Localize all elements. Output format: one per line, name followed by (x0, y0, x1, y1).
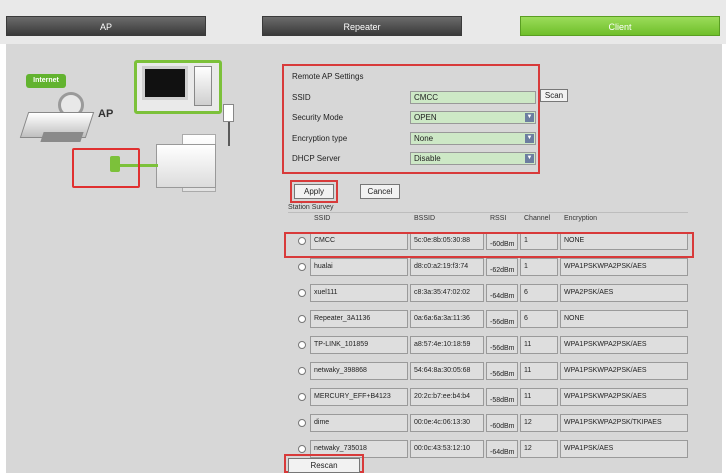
cell-encryption: NONE (560, 310, 688, 328)
cell-rssi: -56dBm (486, 362, 518, 380)
cell-encryption: WPA2PSK/AES (560, 284, 688, 302)
ssid-label: SSID (292, 93, 311, 102)
row-select-radio[interactable] (298, 315, 306, 323)
chevron-down-icon: ▼ (525, 134, 534, 143)
security-mode-label: Security Mode (292, 113, 344, 122)
cell-encryption: WPA1PSKWPA2PSK/AES (560, 388, 688, 406)
internet-badge: Internet (26, 74, 66, 88)
cell-ssid: Repeater_3A1136 (310, 310, 408, 328)
cell-encryption: WPA1PSKWPA2PSK/TKIPAES (560, 414, 688, 432)
row-select-radio[interactable] (298, 419, 306, 427)
column-header-bssid: BSSID (414, 215, 436, 222)
table-row[interactable]: TP-LINK_101859 a8:57:4e:10:18:59 -56dBm … (288, 332, 688, 358)
ap-label: AP (98, 108, 114, 120)
cell-bssid: 54:64:8a:30:05:68 (410, 362, 484, 380)
table-row[interactable]: dime 00:0e:4c:06:13:30 -60dBm 12 WPA1PSK… (288, 410, 688, 436)
row-select-radio[interactable] (298, 445, 306, 453)
chevron-down-icon: ▼ (525, 154, 534, 163)
cell-rssi: -62dBm (486, 258, 518, 276)
chevron-down-icon: ▼ (525, 113, 534, 122)
cell-channel: 6 (520, 310, 558, 328)
column-header-rssi: RSSI (490, 215, 507, 222)
cell-encryption: WPA1PSK/AES (560, 440, 688, 458)
cell-rssi: -60dBm (486, 414, 518, 432)
dhcp-server-label: DHCP Server (292, 154, 341, 163)
station-survey-title: Station Survey (288, 204, 334, 211)
dhcp-server-select[interactable]: Disable ▼ (410, 152, 536, 165)
cancel-button[interactable]: Cancel (360, 184, 400, 199)
cell-bssid: 20:2c:b7:ee:b4:b4 (410, 388, 484, 406)
column-header-channel: Channel (524, 215, 551, 222)
cell-ssid: TP-LINK_101859 (310, 336, 408, 354)
cell-rssi: -64dBm (486, 440, 518, 458)
cell-ssid: dime (310, 414, 408, 432)
client-device-icon (156, 144, 216, 188)
usb-dongle-icon (223, 104, 234, 122)
cell-bssid: a8:57:4e:10:18:59 (410, 336, 484, 354)
table-row[interactable]: xuel111 c8:3a:35:47:02:02 -64dBm 6 WPA2P… (288, 280, 688, 306)
row-select-radio[interactable] (298, 263, 306, 271)
cell-channel: 11 (520, 336, 558, 354)
dhcp-server-value: Disable (414, 154, 441, 163)
cell-rssi: -58dBm (486, 388, 518, 406)
cell-channel: 12 (520, 414, 558, 432)
cell-encryption: WPA1PSKWPA2PSK/AES (560, 362, 688, 380)
client-settings-panel: Internet AP Remote AP Settings SSID CMCC… (6, 44, 722, 473)
remote-ap-settings: Remote AP Settings SSID CMCC Security Mo… (282, 64, 540, 174)
cell-rssi: -56dBm (486, 336, 518, 354)
cell-channel: 12 (520, 440, 558, 458)
divider (288, 212, 688, 213)
monitor-icon (142, 66, 188, 100)
mode-tab-bar: AP Repeater Client (0, 0, 726, 44)
cell-bssid: 00:0c:43:53:12:10 (410, 440, 484, 458)
illustration-highlight (72, 148, 140, 188)
encryption-type-value: None (414, 134, 434, 143)
cell-rssi: -64dBm (486, 284, 518, 302)
table-row[interactable]: MERCURY_EFF+B4123 20:2c:b7:ee:b4:b4 -58d… (288, 384, 688, 410)
cell-ssid: xuel111 (310, 284, 408, 302)
table-row[interactable]: netwaky_398868 54:64:8a:30:05:68 -56dBm … (288, 358, 688, 384)
cell-ssid: hualai (310, 258, 408, 276)
cell-bssid: 00:0e:4c:06:13:30 (410, 414, 484, 432)
cell-channel: 11 (520, 362, 558, 380)
cell-ssid: netwaky_398868 (310, 362, 408, 380)
table-row[interactable]: Repeater_3A1136 0a:6a:6a:3a:11:36 -56dBm… (288, 306, 688, 332)
cell-rssi: -56dBm (486, 310, 518, 328)
cell-ssid: MERCURY_EFF+B4123 (310, 388, 408, 406)
security-mode-select[interactable]: OPEN ▼ (410, 111, 536, 124)
apply-button[interactable]: Apply (294, 184, 334, 199)
tab-client[interactable]: Client (520, 16, 720, 36)
cell-encryption: WPA1PSKWPA2PSK/AES (560, 336, 688, 354)
cell-bssid: c8:3a:35:47:02:02 (410, 284, 484, 302)
cell-bssid: 0a:6a:6a:3a:11:36 (410, 310, 484, 328)
settings-title: Remote AP Settings (292, 72, 364, 81)
row-select-radio[interactable] (298, 367, 306, 375)
row-select-radio[interactable] (298, 393, 306, 401)
rescan-button[interactable]: Rescan (288, 458, 360, 473)
cell-channel: 11 (520, 388, 558, 406)
tab-ap[interactable]: AP (6, 16, 206, 36)
cell-bssid: d8:c0:a2:19:f3:74 (410, 258, 484, 276)
cell-channel: 6 (520, 284, 558, 302)
encryption-type-select[interactable]: None ▼ (410, 132, 536, 145)
encryption-type-label: Encryption type (292, 134, 348, 143)
cell-encryption: WPA1PSKWPA2PSK/AES (560, 258, 688, 276)
ssid-input[interactable]: CMCC (410, 91, 536, 104)
row-select-radio[interactable] (298, 289, 306, 297)
column-header-encryption: Encryption (564, 215, 598, 222)
router-base-icon (40, 132, 84, 142)
table-header: SSID BSSID RSSI Channel Encryption (288, 214, 688, 228)
pc-tower-icon (194, 66, 212, 106)
selected-row-highlight (284, 232, 694, 258)
network-diagram-illustration: Internet AP (6, 44, 276, 244)
security-mode-value: OPEN (414, 113, 437, 122)
scan-button[interactable]: Scan (540, 89, 568, 102)
cell-channel: 1 (520, 258, 558, 276)
tab-repeater[interactable]: Repeater (262, 16, 462, 36)
row-select-radio[interactable] (298, 341, 306, 349)
column-header-ssid: SSID (314, 215, 331, 222)
